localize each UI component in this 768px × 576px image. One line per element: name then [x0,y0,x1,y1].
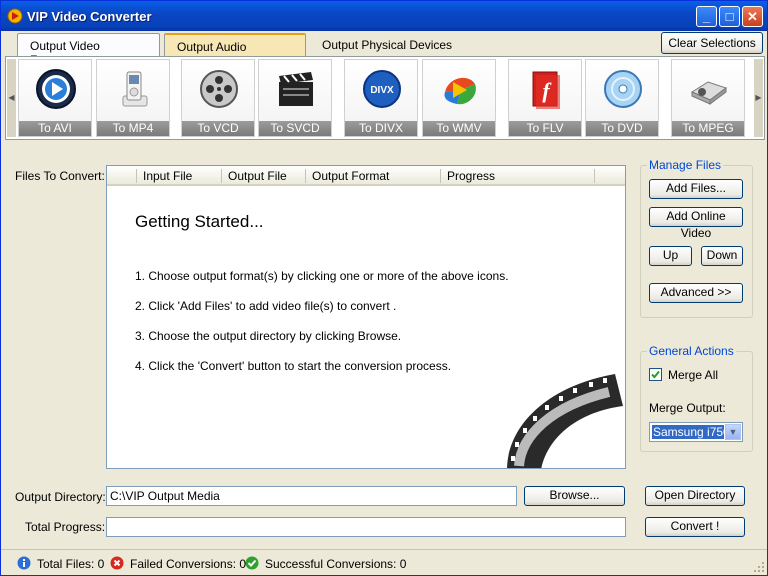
add-online-video-button[interactable]: Add Online Video [649,207,743,240]
info-icon [17,556,31,570]
general-actions-title: General Actions [647,344,736,358]
scroll-right-arrow-icon[interactable]: ▶ [754,59,763,137]
chevron-down-icon[interactable]: ▼ [725,424,741,440]
column-header-output-format[interactable]: Output Format [312,169,389,183]
clapperboard-icon [279,72,313,106]
format-button-avi[interactable]: To AVI [18,59,92,137]
tab-output-physical-devices[interactable]: Output Physical Devices [310,33,470,57]
successful-conversions-status: Successful Conversions: 0 [265,557,407,571]
merge-all-label: Merge All [668,368,719,382]
manage-files-title: Manage Files [647,158,724,172]
close-icon: ✕ [747,9,758,24]
resize-grip-icon[interactable] [753,561,765,573]
checkmark-icon [651,370,660,379]
format-label: To DIVX [345,121,417,136]
format-label: To SVCD [259,121,331,136]
move-down-button[interactable]: Down [701,246,743,266]
window-title: VIP Video Converter [27,9,152,24]
format-label: To WMV [423,121,495,136]
output-directory-label: Output Directory: [15,490,106,504]
flash-icon: f [532,71,560,109]
close-button[interactable]: ✕ [742,6,763,27]
merge-output-select[interactable]: Samsung i750 ▼ [649,422,743,442]
app-logo-icon [7,8,23,24]
format-button-mp4[interactable]: To MP4 [96,59,170,137]
format-label: To VCD [182,121,254,136]
app-window: VIP Video Converter _ □ ✕ Output Video F… [0,0,768,576]
getting-started-step: 3. Choose the output directory by clicki… [135,329,402,343]
getting-started-step: 1. Choose output format(s) by clicking o… [135,269,509,283]
getting-started-step: 2. Click 'Add Files' to add video file(s… [135,299,397,313]
failed-conversions-status: Failed Conversions: 0 [130,557,247,571]
column-header-input-file[interactable]: Input File [143,169,192,183]
tab-output-audio-formats[interactable]: Output Audio Formats [164,33,306,68]
format-label: To DVD [586,121,658,136]
total-progress-label: Total Progress: [25,520,106,534]
merge-output-label: Merge Output: [649,401,726,415]
maximize-icon: □ [725,9,734,24]
column-header-output-file[interactable]: Output File [228,169,287,183]
dvd-disc-icon [604,70,642,108]
tab-output-video-formats[interactable]: Output Video Formats [17,33,160,67]
files-list[interactable]: Input File Output File Output Format Pro… [106,165,626,469]
move-up-button[interactable]: Up [649,246,692,266]
column-header-progress[interactable]: Progress [447,169,495,183]
format-button-divx[interactable]: DIVX To DIVX [344,59,418,137]
convert-button[interactable]: Convert ! [645,517,745,537]
play-disc-icon [36,69,76,109]
format-label: To MP4 [97,121,169,136]
format-label: To FLV [509,121,581,136]
browse-button[interactable]: Browse... [524,486,625,506]
getting-started-step: 4. Click the 'Convert' button to start t… [135,359,452,373]
minimize-icon: _ [702,9,711,24]
maximize-button[interactable]: □ [719,6,740,27]
success-icon [245,556,259,570]
clear-selections-button[interactable]: Clear Selections [661,32,763,54]
format-button-vcd[interactable]: To VCD [181,59,255,137]
add-files-button[interactable]: Add Files... [649,179,743,199]
merge-all-checkbox[interactable] [649,368,662,381]
format-label: To AVI [19,121,91,136]
divx-logo-icon: DIVX [363,70,401,108]
merge-output-value: Samsung i750 [652,425,724,439]
ipod-icon [122,71,148,107]
format-button-flv[interactable]: f To FLV [508,59,582,137]
windows-media-icon [444,77,476,105]
title-bar[interactable]: VIP Video Converter _ □ ✕ [1,1,767,31]
minimize-button[interactable]: _ [696,6,717,27]
open-directory-button[interactable]: Open Directory [645,486,745,506]
format-button-dvd[interactable]: To DVD [585,59,659,137]
getting-started-title: Getting Started... [135,212,264,231]
format-label: To MPEG [672,121,744,136]
projector-icon [690,81,728,105]
format-button-svcd[interactable]: To SVCD [258,59,332,137]
divx-logo-text: DIVX [370,85,394,96]
total-files-status: Total Files: 0 [37,557,105,571]
advanced-button[interactable]: Advanced >> [649,283,743,303]
format-button-mpeg[interactable]: To MPEG [671,59,745,137]
output-directory-input[interactable]: C:\VIP Output Media [106,486,517,506]
total-progress-bar [106,517,626,537]
error-icon [110,556,124,570]
format-button-wmv[interactable]: To WMV [422,59,496,137]
scroll-left-arrow-icon[interactable]: ◀ [7,59,16,137]
film-strip-icon [507,374,623,468]
film-reel-icon [200,70,238,108]
status-bar: Total Files: 0 Failed Conversions: 0 Suc… [1,549,767,575]
files-list-header: Input File Output File Output Format Pro… [107,166,625,186]
format-strip: ◀ To AVI To MP4 To VCD To SVCD DIVX To D… [5,56,765,140]
files-to-convert-label: Files To Convert: [15,169,105,183]
